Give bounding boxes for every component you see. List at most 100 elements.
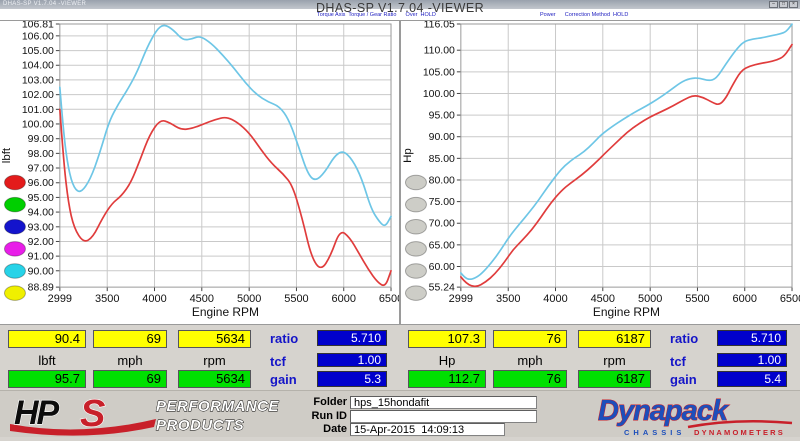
x-tick-label: 4500	[591, 293, 615, 305]
x-tick-label: 3500	[496, 293, 520, 305]
hps-tagline-1: PERFORMANCE	[156, 398, 279, 415]
unit-label: rpm	[578, 354, 651, 367]
power-chart-header: Power Correction Method HOLD	[540, 12, 628, 18]
dynapack-sub-chassis: CHASSIS	[624, 428, 685, 437]
hps-word-hp: HP	[14, 394, 60, 432]
tcf-value: 1.00	[717, 353, 787, 367]
y-tick-label: 80.00	[429, 175, 455, 186]
channel-dot[interactable]	[405, 175, 426, 190]
hps-tagline-2: PRODUCTS	[156, 417, 244, 434]
gain-label: gain	[270, 372, 312, 387]
dynapack-word: Dynapack	[598, 395, 730, 427]
cursor-value-box: 5634	[178, 370, 251, 388]
tcf-label: tcf	[670, 354, 712, 369]
y-tick-label: 105.00	[423, 67, 455, 78]
x-axis-title: Engine RPM	[192, 305, 259, 319]
torque-data-half: 90.4 69 5634 lbft mph rpm 95.7 69 5634 r…	[0, 325, 400, 391]
y-tick-label: 116.05	[424, 21, 455, 30]
y-tick-label: 97.00	[28, 164, 54, 175]
dynapack-sub-dynos: DYNAMOMETERS	[694, 428, 785, 437]
cursor-value-box: 76	[493, 330, 567, 348]
date-input[interactable]: 15-Apr-2015 14:09:13	[350, 423, 505, 436]
cursor-value-box: 6187	[578, 330, 651, 348]
channel-dot[interactable]	[405, 219, 426, 234]
y-tick-label: 99.00	[28, 134, 54, 145]
y-tick-label: 93.00	[28, 222, 54, 233]
date-row: Date15-Apr-2015 14:09:13	[300, 423, 505, 437]
y-axis-title: Hp	[402, 148, 414, 163]
unit-label: rpm	[178, 354, 251, 367]
x-tick-label: 2999	[449, 293, 473, 305]
cursor-value-box: 112.7	[408, 370, 486, 388]
y-tick-label: 105.00	[22, 46, 54, 57]
channel-dot[interactable]	[405, 242, 426, 257]
torque-chart-header: Torque Axis Torque / Gear Ratio Over HOL…	[317, 12, 436, 18]
y-tick-label: 91.00	[28, 252, 54, 263]
channel-dot[interactable]	[4, 242, 25, 257]
cursor-value-box: 76	[493, 370, 567, 388]
ratio-value: 5.710	[317, 330, 387, 346]
y-tick-label: 55.24	[429, 283, 455, 294]
x-tick-label: 6000	[332, 293, 356, 305]
cursor-data-panel: 90.4 69 5634 lbft mph rpm 95.7 69 5634 r…	[0, 324, 800, 390]
cursor-value-box: 107.3	[408, 330, 486, 348]
y-tick-label: 88.89	[28, 283, 54, 294]
x-tick-label: 4000	[142, 293, 166, 305]
y-tick-label: 110.00	[424, 46, 455, 57]
cursor-value-box: 5634	[178, 330, 251, 348]
window-header: DHAS-SP V1.7.04 -VIEWER – □ × DHAS-SP V1…	[0, 0, 800, 20]
power-chart-panel: 116.05110.00105.00100.0095.0090.0085.008…	[401, 21, 800, 324]
y-tick-label: 102.00	[22, 90, 54, 101]
series-run-cyan	[60, 26, 391, 226]
cursor-value-box: 69	[93, 370, 167, 388]
y-tick-label: 100.00	[22, 119, 54, 130]
channel-dot[interactable]	[405, 197, 426, 212]
channel-dot[interactable]	[4, 286, 25, 301]
ratio-label: ratio	[670, 331, 712, 346]
y-tick-label: 90.00	[28, 266, 54, 277]
plot-border	[60, 24, 391, 287]
torque-chart[interactable]: 106.81106.00105.00104.00103.00102.00101.…	[0, 21, 399, 324]
y-tick-label: 70.00	[429, 219, 455, 230]
power-chart[interactable]: 116.05110.00105.00100.0095.0090.0085.008…	[401, 21, 800, 324]
torque-chart-panel: 106.81106.00105.00104.00103.00102.00101.…	[0, 21, 399, 324]
channel-dot[interactable]	[4, 175, 25, 190]
run-id-input[interactable]	[350, 410, 537, 423]
y-tick-label: 94.00	[28, 208, 54, 219]
cursor-value-box: 90.4	[8, 330, 86, 348]
footer: HP S PERFORMANCE PRODUCTS Folderhps_15ho…	[0, 390, 800, 437]
series-run-cyan	[461, 24, 792, 279]
gain-value: 5.3	[317, 371, 387, 387]
x-axis-title: Engine RPM	[593, 305, 660, 319]
tcf-label: tcf	[270, 354, 312, 369]
folder-input[interactable]: hps_15hondafit	[350, 396, 537, 409]
ratio-label: ratio	[270, 331, 312, 346]
channel-dot[interactable]	[405, 286, 426, 301]
gain-value: 5.4	[717, 371, 787, 387]
x-tick-label: 5500	[685, 293, 709, 305]
x-tick-label: 5500	[284, 293, 308, 305]
channel-dot[interactable]	[4, 219, 25, 234]
x-tick-label: 2999	[48, 293, 72, 305]
y-tick-label: 95.00	[429, 111, 455, 122]
channel-dot[interactable]	[4, 197, 25, 212]
ratio-value: 5.710	[717, 330, 787, 346]
channel-dot[interactable]	[405, 264, 426, 279]
y-tick-label: 104.00	[22, 61, 54, 72]
charts-row: 106.81106.00105.00104.00103.00102.00101.…	[0, 20, 800, 324]
y-tick-label: 100.00	[423, 89, 455, 100]
series-run-red	[461, 45, 792, 287]
channel-dot[interactable]	[4, 264, 25, 279]
run-id-label: Run ID	[300, 410, 347, 423]
x-tick-label: 5000	[237, 293, 261, 305]
cursor-value-box: 69	[93, 330, 167, 348]
unit-label: mph	[493, 354, 567, 367]
cursor-value-box: 6187	[578, 370, 651, 388]
tcf-value: 1.00	[317, 353, 387, 367]
date-label: Date	[300, 423, 347, 436]
y-tick-label: 106.81	[22, 21, 54, 30]
folder-label: Folder	[300, 396, 347, 409]
y-tick-label: 103.00	[22, 75, 54, 86]
gain-label: gain	[670, 372, 712, 387]
y-tick-label: 101.00	[22, 105, 54, 116]
